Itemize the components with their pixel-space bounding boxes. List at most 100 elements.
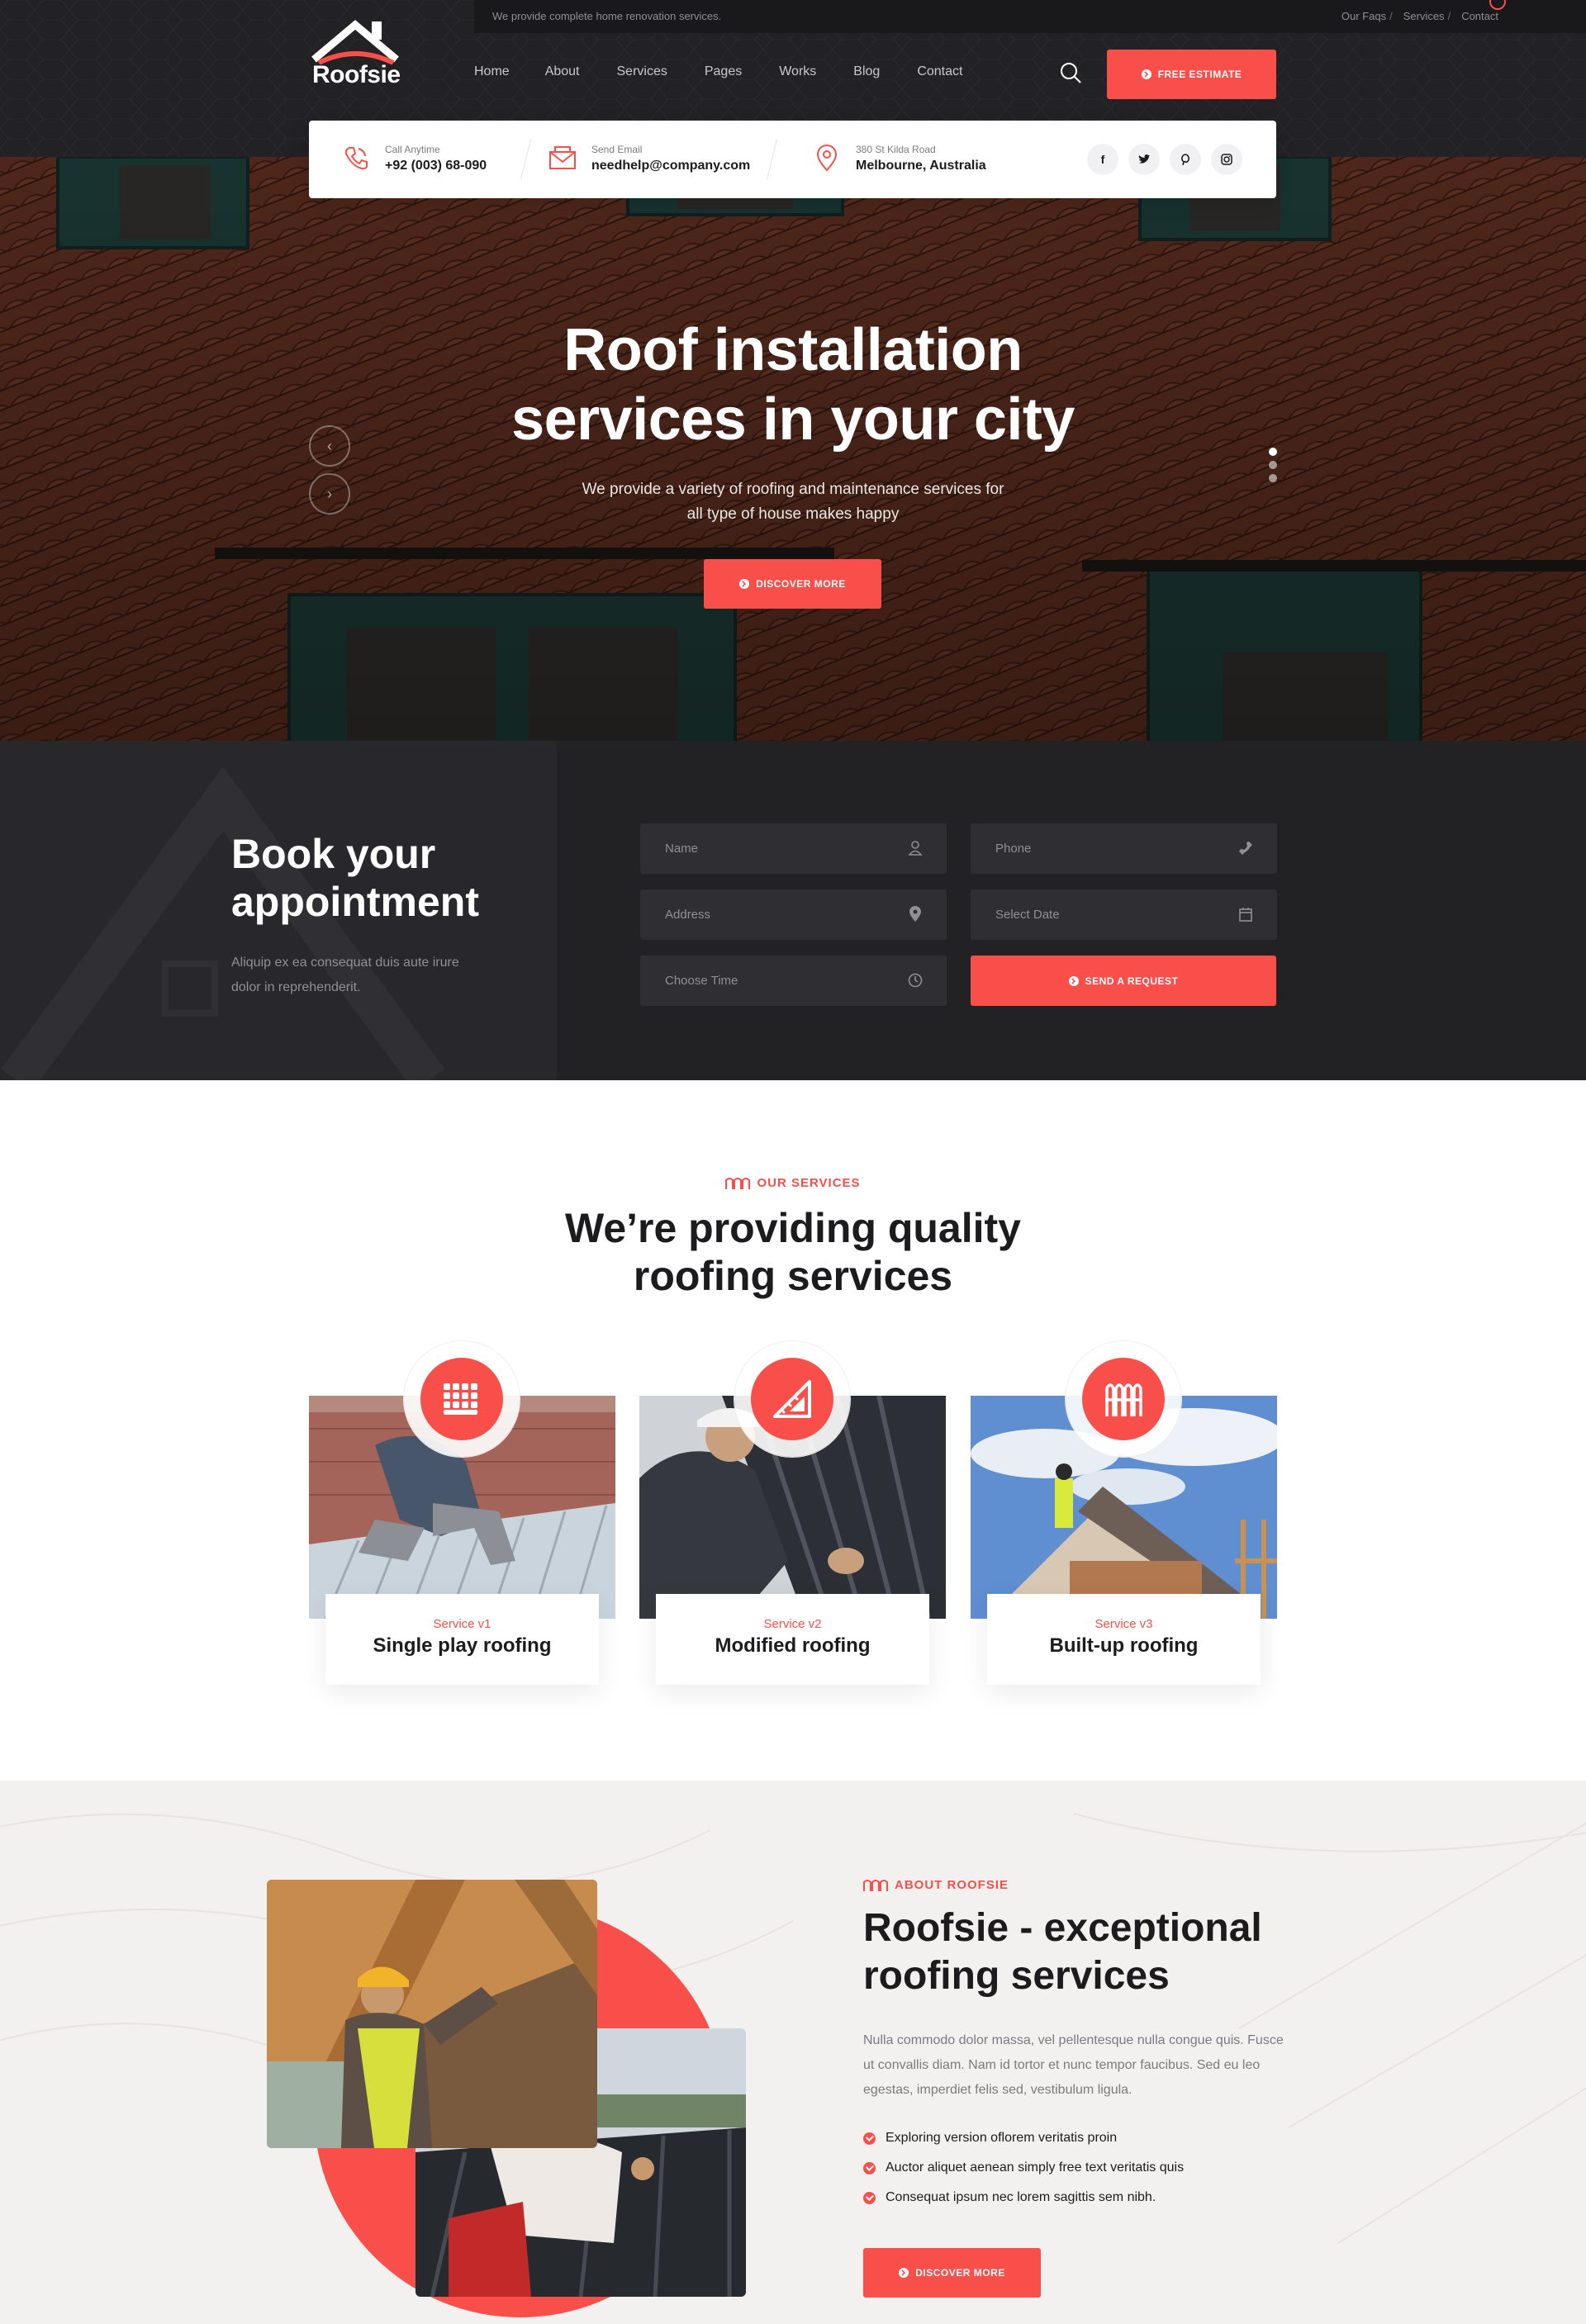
about-image-main xyxy=(267,1880,597,2148)
check-item-2: Auctor aliquet aenean simply free text v… xyxy=(863,2160,1184,2175)
calendar-icon xyxy=(1239,908,1252,922)
about-tagline-text: ABOUT ROOFSIE xyxy=(895,1878,1009,1892)
nav-contact[interactable]: Contact xyxy=(917,64,962,79)
check-text-3: Consequat ipsum nec lorem sagittis sem n… xyxy=(886,2190,1156,2204)
top-bar-note: We provide complete home renovation serv… xyxy=(492,10,722,22)
service-sub-1: Service v1 xyxy=(433,1617,491,1631)
check-item-3: Consequat ipsum nec lorem sagittis sem n… xyxy=(863,2190,1156,2205)
service-icon-circle-3 xyxy=(1082,1358,1165,1440)
roof-logo-icon xyxy=(311,20,399,65)
hero-sub-line1: We provide a variety of roofing and main… xyxy=(582,481,1004,498)
service-name-2[interactable]: Modified roofing xyxy=(656,1634,929,1658)
appointment-text-line1: Aliquip ex ea consequat duis aute irure xyxy=(231,956,459,970)
service-name-1[interactable]: Single play roofing xyxy=(325,1634,599,1658)
arrow-circle-icon xyxy=(1068,975,1079,986)
top-bar: We provide complete home renovation serv… xyxy=(474,0,1586,33)
service-icon-circle-2 xyxy=(751,1358,833,1440)
check-text-2: Auctor aliquet aenean simply free text v… xyxy=(886,2160,1185,2175)
about-title: Roofsie - exceptional roofing services xyxy=(863,1904,1326,2000)
pinterest-icon[interactable] xyxy=(1170,144,1201,175)
date-field[interactable]: Select Date xyxy=(971,889,1277,940)
check-text-1: Exploring version oflorem veritatis proi… xyxy=(886,2131,1118,2145)
free-estimate-button[interactable]: FREE ESTIMATE xyxy=(1107,50,1276,99)
arrow-circle-icon xyxy=(1141,69,1152,79)
email-label: Send Email xyxy=(591,144,643,155)
address-placeholder: Address xyxy=(665,908,711,922)
appointment-section: Book your appointment Aliquip ex ea cons… xyxy=(0,741,1586,1080)
slider-dot-1[interactable] xyxy=(1269,448,1277,456)
logo-text: Roofsie xyxy=(312,61,401,88)
nav-home[interactable]: Home xyxy=(474,64,510,79)
site-logo[interactable]: Roofsie xyxy=(307,15,406,89)
hero-title-line2: services in your city xyxy=(511,387,1075,453)
services-tagline-text: OUR SERVICES xyxy=(757,1176,861,1190)
email-icon xyxy=(549,146,576,169)
check-circle-icon xyxy=(863,2161,876,2175)
top-bar-links: Our Faqs / Services / Contact xyxy=(1341,10,1498,22)
service-card-3[interactable]: Service v3 Built-up roofing xyxy=(971,1341,1277,1685)
send-request-button[interactable]: SEND A REQUEST xyxy=(971,956,1276,1006)
about-discover-button[interactable]: DISCOVER MORE xyxy=(863,2248,1041,2298)
worker-timber-image xyxy=(267,1880,597,2148)
service-name-3[interactable]: Built-up roofing xyxy=(987,1634,1261,1658)
hero-button-label: DISCOVER MORE xyxy=(756,578,846,590)
slider-dot-2[interactable] xyxy=(1269,461,1277,469)
top-link-contact[interactable]: Contact xyxy=(1461,10,1498,22)
services-title-line1: We’re providing quality xyxy=(565,1205,1021,1251)
time-field[interactable]: Choose Time xyxy=(640,956,947,1006)
top-link-faqs[interactable]: Our Faqs xyxy=(1341,10,1386,22)
date-placeholder: Select Date xyxy=(995,908,1060,922)
hero-title-line1: Roof installation xyxy=(563,317,1023,383)
send-request-label: SEND A REQUEST xyxy=(1085,975,1179,987)
nav-about[interactable]: About xyxy=(545,64,580,79)
location-pin-icon xyxy=(909,906,921,922)
instagram-icon[interactable] xyxy=(1211,144,1242,175)
check-item-1: Exploring version oflorem veritatis proi… xyxy=(863,2131,1117,2146)
nav-blog[interactable]: Blog xyxy=(853,64,880,79)
contact-info-bar: Call Anytime +92 (003) 68-090 Send Email… xyxy=(309,121,1276,198)
time-placeholder: Choose Time xyxy=(665,974,738,988)
user-icon xyxy=(908,841,923,856)
nav-works[interactable]: Works xyxy=(779,64,816,79)
location-pin-icon xyxy=(816,145,838,172)
about-title-line2: roofing services xyxy=(863,1954,1170,1998)
phone-field[interactable]: Phone xyxy=(971,823,1277,874)
appointment-title-line2: appointment xyxy=(231,879,479,925)
nav-services[interactable]: Services xyxy=(617,64,667,79)
twitter-icon[interactable] xyxy=(1128,144,1160,175)
phone-placeholder: Phone xyxy=(995,842,1032,856)
about-section: ABOUT ROOFSIE Roofsie - exceptional roof… xyxy=(0,1781,1586,2324)
search-icon xyxy=(1061,63,1081,83)
appointment-intro: Book your appointment Aliquip ex ea cons… xyxy=(0,741,557,1080)
address-field[interactable]: Address xyxy=(640,889,947,940)
service-card-2[interactable]: Service v2 Modified roofing xyxy=(639,1341,946,1685)
roof-tiles-icon xyxy=(725,1177,751,1189)
search-button[interactable] xyxy=(1059,61,1082,84)
hero-subtitle: We provide a variety of roofing and main… xyxy=(0,477,1586,527)
top-link-services[interactable]: Services xyxy=(1403,10,1445,22)
check-circle-icon xyxy=(863,2132,876,2145)
service-label-1: Service v1 Single play roofing xyxy=(325,1594,599,1685)
roof-tiles-icon xyxy=(444,1383,477,1415)
corner-badge xyxy=(1489,0,1506,10)
name-field[interactable]: Name xyxy=(640,823,947,874)
facebook-icon[interactable]: f xyxy=(1087,144,1118,175)
services-tagline: OUR SERVICES xyxy=(0,1176,1586,1190)
hero-sub-line2: all type of house makes happy xyxy=(686,505,900,523)
email-value: needhelp@company.com xyxy=(591,159,751,173)
hero-discover-button[interactable]: DISCOVER MORE xyxy=(704,559,881,609)
name-placeholder: Name xyxy=(665,842,699,856)
roof-sheets-icon xyxy=(1105,1383,1142,1416)
appointment-text-line2: dolor in reprehenderit. xyxy=(231,980,361,994)
services-title: We’re providing quality roofing services xyxy=(0,1204,1586,1300)
services-title-line2: roofing services xyxy=(633,1253,953,1299)
services-section: OUR SERVICES We’re providing quality roo… xyxy=(0,1080,1586,1781)
appointment-title-line1: Book your xyxy=(231,831,436,877)
slider-dot-3[interactable] xyxy=(1269,474,1277,482)
address-label: 380 St Kilda Road xyxy=(856,144,936,155)
nav-pages[interactable]: Pages xyxy=(705,64,742,79)
divider xyxy=(520,139,532,180)
service-icon-circle-1 xyxy=(420,1358,503,1440)
divider xyxy=(766,139,778,180)
service-card-1[interactable]: Service v1 Single play roofing xyxy=(309,1341,615,1685)
